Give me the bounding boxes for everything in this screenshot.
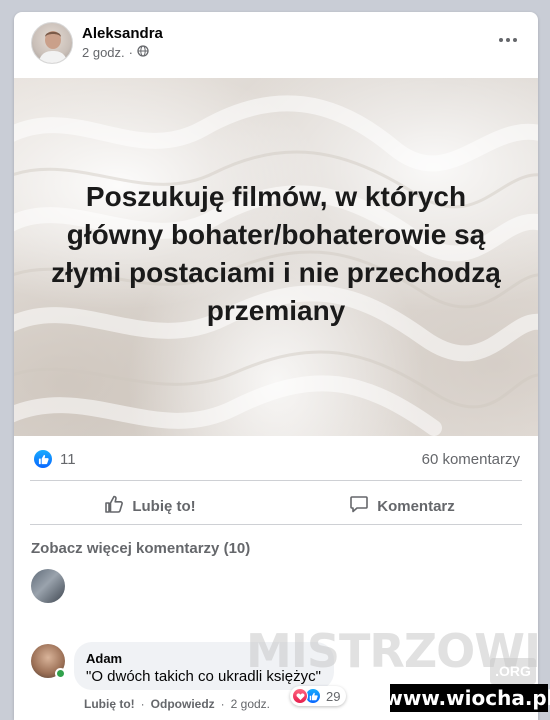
comment-button-label: Komentarz (377, 497, 455, 515)
online-status-indicator (55, 668, 66, 679)
author-avatar[interactable] (31, 22, 73, 64)
comment-author[interactable]: Adam (86, 651, 122, 666)
more-options-icon[interactable] (494, 30, 522, 50)
divider (30, 524, 522, 525)
post-time[interactable]: 2 godz. (82, 45, 125, 60)
comment-button[interactable]: Komentarz (282, 488, 522, 524)
meta-separator: · (128, 45, 133, 60)
thumbs-up-icon (104, 494, 124, 518)
watermark-brand-suffix: .ORG (490, 658, 536, 684)
comment-icon (349, 494, 369, 518)
reaction-count[interactable]: 11 (60, 451, 76, 468)
like-button-label: Lubię to! (132, 497, 196, 515)
author-name[interactable]: Aleksandra (82, 25, 163, 42)
comment-like-link[interactable]: Lubię to! (84, 697, 135, 711)
love-reaction-icon (292, 688, 308, 704)
post-meta: 2 godz. · (82, 45, 149, 60)
see-more-comments-link[interactable]: Zobacz więcej komentarzy (10) (31, 540, 250, 557)
like-reaction-icon[interactable] (34, 450, 52, 468)
separator: · (220, 697, 225, 711)
comment-reactions[interactable]: 29 (290, 686, 347, 706)
post-card: Aleksandra 2 godz. · Poszukuję filmów, w… (14, 12, 538, 720)
watermark-site: www.wiocha.pl (384, 684, 550, 712)
globe-icon (137, 45, 149, 60)
divider (30, 480, 522, 481)
comment-time[interactable]: 2 godz. (231, 697, 270, 711)
post-image[interactable]: Poszukuję filmów, w których główny bohat… (14, 78, 538, 436)
separator: · (140, 697, 145, 711)
reactions-row: 11 60 komentarzy (14, 436, 538, 480)
current-user-avatar[interactable] (31, 569, 65, 603)
comment-actions: Lubię to! · Odpowiedz · 2 godz. (84, 697, 270, 711)
post-header: Aleksandra 2 godz. · (14, 12, 538, 76)
comment-reaction-count: 29 (326, 688, 341, 704)
comments-count[interactable]: 60 komentarzy (422, 451, 520, 468)
image-text: Poszukuję filmów, w których główny bohat… (51, 181, 501, 326)
comment-reply-link[interactable]: Odpowiedz (151, 697, 215, 711)
like-button[interactable]: Lubię to! (30, 488, 270, 524)
